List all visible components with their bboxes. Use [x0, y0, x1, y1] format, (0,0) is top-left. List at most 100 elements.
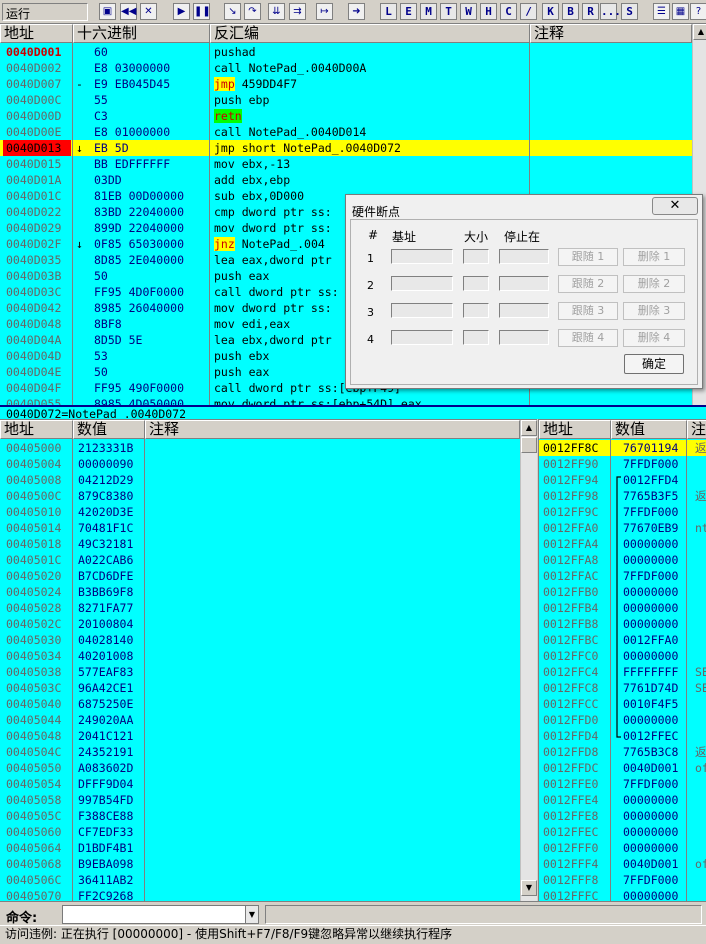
dump-row[interactable]: 00405054 DFFF9D04: [0, 776, 520, 792]
stack-row[interactable]: 0012FFFC 00000000: [539, 888, 706, 901]
stack-row[interactable]: 0012FF94 0012FFD4: [539, 472, 706, 488]
size-field[interactable]: [463, 249, 489, 264]
stack-row[interactable]: 0012FFDC 0040D001 of: [539, 760, 706, 776]
dump-row[interactable]: 00405024 B3BB69F8: [0, 584, 520, 600]
delete-button-3[interactable]: 删除 3: [623, 302, 685, 320]
stop-at-field[interactable]: [499, 249, 549, 264]
letter-button-12[interactable]: S: [621, 3, 638, 20]
follow-button-4[interactable]: 跟随 4: [558, 329, 618, 347]
disasm-row[interactable]: 0040D007- E9 EB045D45 jmp 459DD4F7: [0, 76, 692, 92]
scroll-down-icon[interactable]: ▼: [521, 880, 537, 896]
letter-button-4[interactable]: W: [460, 3, 477, 20]
stack-row[interactable]: 0012FFF0 00000000: [539, 840, 706, 856]
letter-button-7[interactable]: /: [520, 3, 537, 20]
disasm-row[interactable]: 0040D002 E8 03000000 call NotePad_.0040D00…: [0, 60, 692, 76]
follow-button-1[interactable]: 跟随 1: [558, 248, 618, 266]
stack-row[interactable]: 0012FFC0 00000000: [539, 648, 706, 664]
dump-row[interactable]: 00405004 00000090: [0, 456, 520, 472]
letter-button-2[interactable]: M: [420, 3, 437, 20]
dump-row[interactable]: 00405070 FF2C9268: [0, 888, 520, 901]
delete-button-1[interactable]: 删除 1: [623, 248, 685, 266]
dump-row[interactable]: 00405064 D1BDF4B1: [0, 840, 520, 856]
ok-button[interactable]: 确定: [624, 354, 684, 374]
dump-scrollbar[interactable]: ▲ ▼: [520, 420, 537, 901]
disasm-row[interactable]: 0040D001 60 pushad: [0, 44, 692, 60]
disasm-row[interactable]: 0040D00D C3 retn: [0, 108, 692, 124]
stack-row[interactable]: 0012FFA8 00000000: [539, 552, 706, 568]
dump-row[interactable]: 0040506C 36411AB2: [0, 872, 520, 888]
letter-button-3[interactable]: T: [440, 3, 457, 20]
dump-row[interactable]: 00405010 42020D3E: [0, 504, 520, 520]
scroll-thumb[interactable]: [521, 437, 537, 453]
dump-row[interactable]: 00405060 CF7EDF33: [0, 824, 520, 840]
stack-row[interactable]: 0012FFD8 7765B3C8 返: [539, 744, 706, 760]
dump-row[interactable]: 00405050 A083602D: [0, 760, 520, 776]
stack-row[interactable]: 0012FFA0 77670EB9 nt: [539, 520, 706, 536]
delete-button-4[interactable]: 删除 4: [623, 329, 685, 347]
chevron-down-icon[interactable]: ▼: [245, 905, 259, 924]
stack-row[interactable]: 0012FFD4 0012FFEC: [539, 728, 706, 744]
goto-icon[interactable]: ➜: [348, 3, 365, 20]
stack-row[interactable]: 0012FF98 7765B3F5 返: [539, 488, 706, 504]
trace-into-icon[interactable]: ⇊: [268, 3, 285, 20]
dump-row[interactable]: 00405000 2123331B: [0, 440, 520, 456]
follow-button-3[interactable]: 跟随 3: [558, 302, 618, 320]
column-header-disasm[interactable]: 反汇编: [210, 24, 530, 43]
dump-row[interactable]: 00405038 577EAF83: [0, 664, 520, 680]
stop-at-field[interactable]: [499, 276, 549, 291]
help-icon[interactable]: ?: [690, 3, 706, 20]
disasm-row[interactable]: 0040D013 ↓ EB 5D jmp short NotePad_.0040D07…: [0, 140, 692, 156]
letter-button-0[interactable]: L: [380, 3, 397, 20]
close-icon[interactable]: ✕: [140, 3, 157, 20]
stack-row[interactable]: 0012FFAC 7FFDF000: [539, 568, 706, 584]
disasm-row[interactable]: 0040D00E E8 01000000 call NotePad_.0040D01…: [0, 124, 692, 140]
disasm-row[interactable]: 0040D015 BB EDFFFFFF mov ebx,-13: [0, 156, 692, 172]
stack-row[interactable]: 0012FFE8 00000000: [539, 808, 706, 824]
base-address-field[interactable]: [391, 249, 453, 264]
stack-row[interactable]: 0012FFE4 00000000: [539, 792, 706, 808]
dump-header-address[interactable]: 地址: [0, 420, 73, 439]
step-over-icon[interactable]: ↷: [244, 3, 261, 20]
stack-row[interactable]: 0012FFE0 7FFDF000: [539, 776, 706, 792]
stack-row[interactable]: 0012FF9C 7FFDF000: [539, 504, 706, 520]
stack-row[interactable]: 0012FFB0 00000000: [539, 584, 706, 600]
disasm-row[interactable]: 0040D01A 03DD add ebx,ebp: [0, 172, 692, 188]
stack-row[interactable]: 0012FFC8 7761D74D SE: [539, 680, 706, 696]
follow-button-2[interactable]: 跟随 2: [558, 275, 618, 293]
open-icon[interactable]: ▣: [99, 3, 116, 20]
stack-header-value[interactable]: 数值: [611, 420, 687, 439]
dump-row[interactable]: 00405014 70481F1C: [0, 520, 520, 536]
stack-row[interactable]: 0012FF8C 76701194 返: [539, 440, 706, 456]
stack-row[interactable]: 0012FFBC 0012FFA0: [539, 632, 706, 648]
stack-pane[interactable]: 地址 数值 注 0012FF8C 76701194 返 0012FF90 7FFDF00…: [538, 419, 706, 901]
dump-row[interactable]: 0040503C 96A42CE1: [0, 680, 520, 696]
letter-button-8[interactable]: K: [542, 3, 559, 20]
disasm-row[interactable]: 0040D00C 55 push ebp: [0, 92, 692, 108]
step-into-icon[interactable]: ↘: [224, 3, 241, 20]
letter-button-6[interactable]: C: [500, 3, 517, 20]
stack-row[interactable]: 0012FFD0 00000000: [539, 712, 706, 728]
dump-row[interactable]: 00405008 04212D29: [0, 472, 520, 488]
stack-row[interactable]: 0012FFF4 0040D001 of: [539, 856, 706, 872]
stop-at-field[interactable]: [499, 303, 549, 318]
base-address-field[interactable]: [391, 276, 453, 291]
stack-header-comment[interactable]: 注: [687, 420, 706, 439]
dump-row[interactable]: 00405018 49C32181: [0, 536, 520, 552]
size-field[interactable]: [463, 276, 489, 291]
dump-row[interactable]: 00405034 40201008: [0, 648, 520, 664]
dump-header-value[interactable]: 数值: [73, 420, 145, 439]
dump-row[interactable]: 00405030 04028140: [0, 632, 520, 648]
stack-row[interactable]: 0012FFB8 00000000: [539, 616, 706, 632]
dump-row[interactable]: 0040504C 24352191: [0, 744, 520, 760]
column-header-comment[interactable]: 注释: [530, 24, 692, 43]
scroll-up-icon[interactable]: ▲: [693, 24, 706, 40]
stack-row[interactable]: 0012FFCC 0010F4F5: [539, 696, 706, 712]
dump-row[interactable]: 0040500C 879C8380: [0, 488, 520, 504]
column-header-hex[interactable]: 十六进制: [73, 24, 210, 43]
stack-row[interactable]: 0012FFB4 00000000: [539, 600, 706, 616]
base-address-field[interactable]: [391, 303, 453, 318]
grid-icon[interactable]: ▦: [672, 3, 689, 20]
stack-row[interactable]: 0012FFA4 00000000: [539, 536, 706, 552]
exec-till-return-icon[interactable]: ↦: [316, 3, 333, 20]
stack-row[interactable]: 0012FFEC 00000000: [539, 824, 706, 840]
